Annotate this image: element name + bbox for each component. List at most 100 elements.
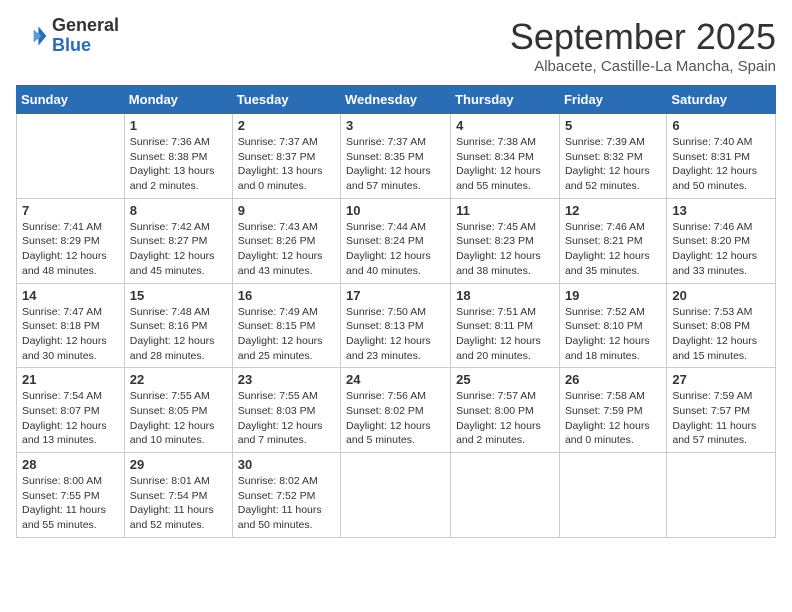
day-info: Sunrise: 7:39 AMSunset: 8:32 PMDaylight:… bbox=[565, 135, 661, 194]
calendar-cell: 27 Sunrise: 7:59 AMSunset: 7:57 PMDayligh… bbox=[667, 368, 776, 453]
calendar-cell: 29 Sunrise: 8:01 AMSunset: 7:54 PMDayligh… bbox=[124, 453, 232, 538]
day-number: 17 bbox=[346, 288, 445, 303]
calendar-cell: 20Sunrise: 7:53 AMSunset: 8:08 PMDayligh… bbox=[667, 283, 776, 368]
day-info: Sunrise: 8:01 AMSunset: 7:54 PMDaylight:… bbox=[130, 474, 227, 533]
day-number: 29 bbox=[130, 457, 227, 472]
page-header: General Blue September 2025 Albacete, Ca… bbox=[16, 16, 776, 75]
day-info: Sunrise: 7:43 AMSunset: 8:26 PMDaylight:… bbox=[238, 220, 335, 279]
day-info: Sunrise: 7:58 AMSunset: 7:59 PMDaylight:… bbox=[565, 389, 661, 448]
calendar-cell: 1 Sunrise: 7:36 AMSunset: 8:38 PMDaylight… bbox=[124, 114, 232, 199]
day-number: 14 bbox=[22, 288, 119, 303]
calendar-cell: 10 Sunrise: 7:44 AMSunset: 8:24 PMDayligh… bbox=[341, 198, 451, 283]
logo: General Blue bbox=[16, 16, 119, 56]
day-info: Sunrise: 7:55 AMSunset: 8:03 PMDaylight:… bbox=[238, 389, 335, 448]
day-number: 28 bbox=[22, 457, 119, 472]
header-monday: Monday bbox=[124, 86, 232, 114]
day-info: Sunrise: 7:50 AMSunset: 8:13 PMDaylight:… bbox=[346, 305, 445, 364]
calendar-cell: 12 Sunrise: 7:46 AMSunset: 8:21 PMDayligh… bbox=[559, 198, 666, 283]
day-info: Sunrise: 7:45 AMSunset: 8:23 PMDaylight:… bbox=[456, 220, 554, 279]
day-info: Sunrise: 8:02 AMSunset: 7:52 PMDaylight:… bbox=[238, 474, 335, 533]
header-saturday: Saturday bbox=[667, 86, 776, 114]
day-info: Sunrise: 7:37 AMSunset: 8:35 PMDaylight:… bbox=[346, 135, 445, 194]
day-info: Sunrise: 7:37 AMSunset: 8:37 PMDaylight:… bbox=[238, 135, 335, 194]
logo-icon bbox=[16, 20, 48, 52]
day-number: 12 bbox=[565, 203, 661, 218]
calendar-cell: 22 Sunrise: 7:55 AMSunset: 8:05 PMDayligh… bbox=[124, 368, 232, 453]
day-info: Sunrise: 7:36 AMSunset: 8:38 PMDaylight:… bbox=[130, 135, 227, 194]
day-number: 13 bbox=[672, 203, 770, 218]
calendar-cell: 4Sunrise: 7:38 AMSunset: 8:34 PMDaylight… bbox=[451, 114, 560, 199]
day-number: 23 bbox=[238, 372, 335, 387]
calendar-cell: 17 Sunrise: 7:50 AMSunset: 8:13 PMDayligh… bbox=[341, 283, 451, 368]
week-row-5: 28 Sunrise: 8:00 AMSunset: 7:55 PMDayligh… bbox=[17, 453, 776, 538]
calendar-cell: 9 Sunrise: 7:43 AMSunset: 8:26 PMDaylight… bbox=[232, 198, 340, 283]
calendar-cell: 2 Sunrise: 7:37 AMSunset: 8:37 PMDaylight… bbox=[232, 114, 340, 199]
week-row-4: 21Sunrise: 7:54 AMSunset: 8:07 PMDayligh… bbox=[17, 368, 776, 453]
day-info: Sunrise: 7:44 AMSunset: 8:24 PMDaylight:… bbox=[346, 220, 445, 279]
calendar-cell: 13 Sunrise: 7:46 AMSunset: 8:20 PMDayligh… bbox=[667, 198, 776, 283]
day-number: 7 bbox=[22, 203, 119, 218]
day-info: Sunrise: 7:49 AMSunset: 8:15 PMDaylight:… bbox=[238, 305, 335, 364]
day-info: Sunrise: 7:52 AMSunset: 8:10 PMDaylight:… bbox=[565, 305, 661, 364]
day-number: 6 bbox=[672, 118, 770, 133]
day-number: 16 bbox=[238, 288, 335, 303]
day-number: 22 bbox=[130, 372, 227, 387]
calendar-table: SundayMondayTuesdayWednesdayThursdayFrid… bbox=[16, 85, 776, 538]
day-info: Sunrise: 7:59 AMSunset: 7:57 PMDaylight:… bbox=[672, 389, 770, 448]
day-info: Sunrise: 7:55 AMSunset: 8:05 PMDaylight:… bbox=[130, 389, 227, 448]
day-info: Sunrise: 7:47 AMSunset: 8:18 PMDaylight:… bbox=[22, 305, 119, 364]
calendar-cell: 24Sunrise: 7:56 AMSunset: 8:02 PMDayligh… bbox=[341, 368, 451, 453]
day-number: 27 bbox=[672, 372, 770, 387]
day-info: Sunrise: 7:46 AMSunset: 8:21 PMDaylight:… bbox=[565, 220, 661, 279]
calendar-cell bbox=[17, 114, 125, 199]
calendar-cell: 19Sunrise: 7:52 AMSunset: 8:10 PMDayligh… bbox=[559, 283, 666, 368]
calendar-cell: 28 Sunrise: 8:00 AMSunset: 7:55 PMDayligh… bbox=[17, 453, 125, 538]
day-number: 15 bbox=[130, 288, 227, 303]
calendar-cell: 18 Sunrise: 7:51 AMSunset: 8:11 PMDayligh… bbox=[451, 283, 560, 368]
day-number: 26 bbox=[565, 372, 661, 387]
header-friday: Friday bbox=[559, 86, 666, 114]
day-info: Sunrise: 7:42 AMSunset: 8:27 PMDaylight:… bbox=[130, 220, 227, 279]
day-number: 9 bbox=[238, 203, 335, 218]
day-info: Sunrise: 7:40 AMSunset: 8:31 PMDaylight:… bbox=[672, 135, 770, 194]
day-number: 24 bbox=[346, 372, 445, 387]
day-number: 8 bbox=[130, 203, 227, 218]
calendar-cell: 30 Sunrise: 8:02 AMSunset: 7:52 PMDayligh… bbox=[232, 453, 340, 538]
week-row-2: 7 Sunrise: 7:41 AMSunset: 8:29 PMDaylight… bbox=[17, 198, 776, 283]
location: Albacete, Castille-La Mancha, Spain bbox=[510, 58, 776, 75]
day-info: Sunrise: 7:51 AMSunset: 8:11 PMDaylight:… bbox=[456, 305, 554, 364]
calendar-cell: 8 Sunrise: 7:42 AMSunset: 8:27 PMDaylight… bbox=[124, 198, 232, 283]
calendar-cell bbox=[559, 453, 666, 538]
day-info: Sunrise: 7:41 AMSunset: 8:29 PMDaylight:… bbox=[22, 220, 119, 279]
title-section: September 2025 Albacete, Castille-La Man… bbox=[510, 16, 776, 75]
calendar-cell: 14 Sunrise: 7:47 AMSunset: 8:18 PMDayligh… bbox=[17, 283, 125, 368]
week-row-3: 14 Sunrise: 7:47 AMSunset: 8:18 PMDayligh… bbox=[17, 283, 776, 368]
logo-blue: Blue bbox=[52, 36, 119, 56]
day-info: Sunrise: 7:46 AMSunset: 8:20 PMDaylight:… bbox=[672, 220, 770, 279]
day-number: 30 bbox=[238, 457, 335, 472]
day-number: 10 bbox=[346, 203, 445, 218]
calendar-cell: 11Sunrise: 7:45 AMSunset: 8:23 PMDayligh… bbox=[451, 198, 560, 283]
calendar-cell: 3Sunrise: 7:37 AMSunset: 8:35 PMDaylight… bbox=[341, 114, 451, 199]
month-title: September 2025 bbox=[510, 16, 776, 58]
day-number: 2 bbox=[238, 118, 335, 133]
calendar-cell: 21Sunrise: 7:54 AMSunset: 8:07 PMDayligh… bbox=[17, 368, 125, 453]
logo-general: General bbox=[52, 16, 119, 36]
calendar-cell bbox=[667, 453, 776, 538]
day-info: Sunrise: 8:00 AMSunset: 7:55 PMDaylight:… bbox=[22, 474, 119, 533]
day-info: Sunrise: 7:53 AMSunset: 8:08 PMDaylight:… bbox=[672, 305, 770, 364]
day-number: 21 bbox=[22, 372, 119, 387]
calendar-cell: 7 Sunrise: 7:41 AMSunset: 8:29 PMDaylight… bbox=[17, 198, 125, 283]
header-tuesday: Tuesday bbox=[232, 86, 340, 114]
day-number: 1 bbox=[130, 118, 227, 133]
week-row-1: 1 Sunrise: 7:36 AMSunset: 8:38 PMDaylight… bbox=[17, 114, 776, 199]
calendar-cell: 6 Sunrise: 7:40 AMSunset: 8:31 PMDaylight… bbox=[667, 114, 776, 199]
day-number: 18 bbox=[456, 288, 554, 303]
day-info: Sunrise: 7:57 AMSunset: 8:00 PMDaylight:… bbox=[456, 389, 554, 448]
header-wednesday: Wednesday bbox=[341, 86, 451, 114]
day-number: 5 bbox=[565, 118, 661, 133]
day-info: Sunrise: 7:38 AMSunset: 8:34 PMDaylight:… bbox=[456, 135, 554, 194]
calendar-cell: 25Sunrise: 7:57 AMSunset: 8:00 PMDayligh… bbox=[451, 368, 560, 453]
calendar-cell bbox=[451, 453, 560, 538]
calendar-cell: 23 Sunrise: 7:55 AMSunset: 8:03 PMDayligh… bbox=[232, 368, 340, 453]
